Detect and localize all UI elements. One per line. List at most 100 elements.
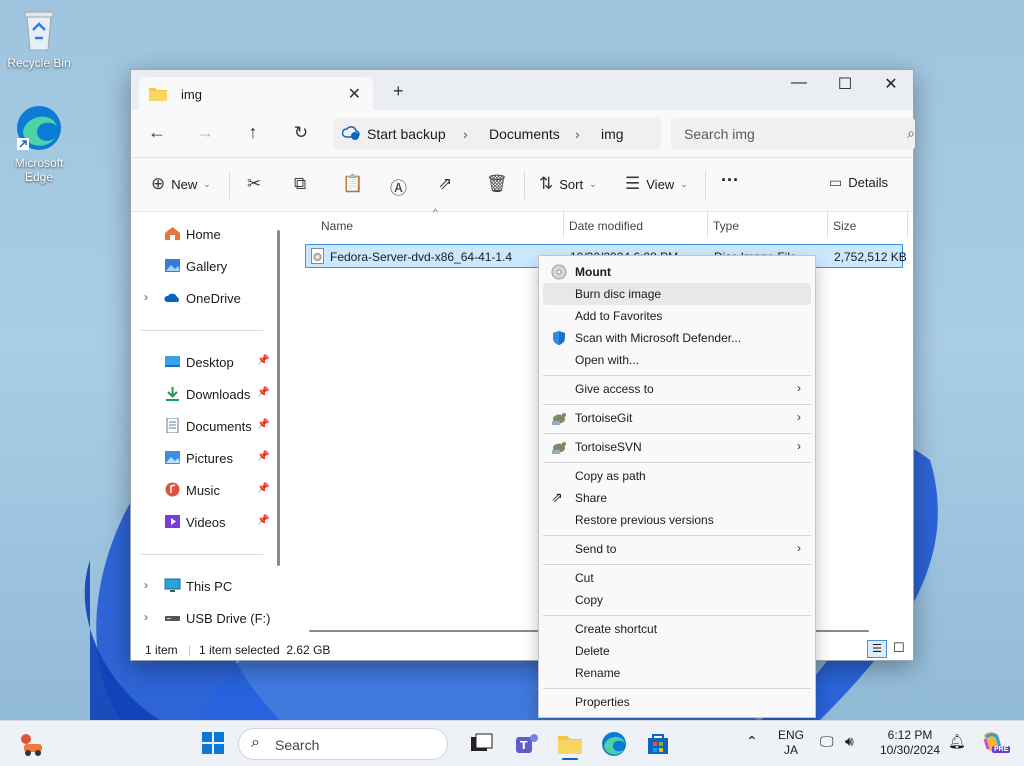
- forward-arrow-icon[interactable]: →: [193, 122, 217, 143]
- address-bar[interactable]: Start backup › Documents › img: [333, 118, 661, 150]
- copy-button[interactable]: ⧉: [294, 174, 306, 194]
- nav-item-gallery[interactable]: Gallery: [131, 252, 279, 280]
- copilot-icon[interactable]: PRE: [980, 729, 1011, 757]
- menu-item-copy[interactable]: Copy: [543, 589, 811, 611]
- cloud-backup-icon: [341, 125, 360, 144]
- minimize-button[interactable]: —: [776, 74, 822, 92]
- taskbar-search-box[interactable]: ⌕ Search: [238, 728, 448, 760]
- menu-item-properties[interactable]: Properties: [543, 691, 811, 713]
- more-options-button[interactable]: ···: [721, 170, 739, 191]
- nav-item-onedrive[interactable]: › OneDrive: [131, 284, 279, 312]
- pin-icon: 📌: [257, 387, 270, 398]
- notification-bell-icon[interactable]: 🔔︎: [948, 733, 966, 750]
- column-header-name[interactable]: Name: [321, 219, 353, 233]
- menu-item-restore-previous-versions[interactable]: Restore previous versions: [543, 509, 811, 531]
- nav-item-downloads[interactable]: Downloads 📌: [131, 380, 279, 408]
- store-icon[interactable]: [644, 730, 672, 758]
- sort-button[interactable]: ⇅ Sort ⌄: [539, 174, 597, 194]
- delete-button[interactable]: 🗑: [486, 174, 508, 194]
- edge-taskbar-icon[interactable]: [600, 730, 628, 758]
- nav-item-home[interactable]: Home: [131, 220, 279, 248]
- breadcrumb-img[interactable]: img: [601, 126, 624, 142]
- breadcrumb-start-backup[interactable]: Start backup: [367, 126, 446, 142]
- menu-item-open-with[interactable]: Open with...: [543, 349, 811, 371]
- edge-desktop-icon[interactable]: Microsoft Edge: [2, 104, 76, 184]
- nav-item-desktop[interactable]: Desktop 📌: [131, 348, 279, 376]
- column-divider[interactable]: [827, 212, 828, 238]
- tortoisesvn-icon: [551, 439, 567, 455]
- menu-item-copy-as-path[interactable]: Copy as path: [543, 465, 811, 487]
- task-view-icon[interactable]: [468, 730, 496, 758]
- menu-label: Cut: [575, 571, 594, 585]
- menu-item-give-access-to[interactable]: Give access to ›: [543, 378, 811, 400]
- column-header-date[interactable]: Date modified: [569, 219, 643, 233]
- nav-item-usb-drive[interactable]: › USB Drive (F:): [131, 604, 279, 632]
- file-explorer-taskbar-icon[interactable]: [556, 730, 584, 760]
- menu-item-send-to[interactable]: Send to ›: [543, 538, 811, 560]
- nav-label: Home: [186, 227, 221, 242]
- tiles-view-icon[interactable]: ☐: [893, 640, 905, 656]
- menu-item-burn-disc-image[interactable]: Burn disc image: [543, 283, 811, 305]
- chevron-right-icon: ›: [797, 410, 801, 424]
- menu-item-delete[interactable]: Delete: [543, 640, 811, 662]
- rename-button[interactable]: Ⓐ: [390, 174, 407, 199]
- paste-button[interactable]: 📋: [342, 174, 363, 194]
- windows-start-icon[interactable]: [200, 730, 228, 758]
- search-box[interactable]: Search img ⌕: [671, 118, 915, 150]
- new-tab-button[interactable]: +: [393, 81, 404, 102]
- refresh-icon[interactable]: ↻: [289, 123, 313, 143]
- nav-item-videos[interactable]: Videos 📌: [131, 508, 279, 536]
- column-header-size[interactable]: Size: [833, 219, 856, 233]
- menu-item-share[interactable]: ⇗ Share: [543, 487, 811, 509]
- volume-icon[interactable]: 🔊︎: [845, 733, 854, 750]
- nav-item-pictures[interactable]: Pictures 📌: [131, 444, 279, 472]
- share-button[interactable]: ⇗: [438, 174, 452, 194]
- nav-item-music[interactable]: Music 📌: [131, 476, 279, 504]
- chevron-right-icon[interactable]: ›: [144, 290, 148, 304]
- menu-item-tortoisegit[interactable]: TortoiseGit ›: [543, 407, 811, 429]
- disc-icon: [551, 264, 567, 280]
- view-button[interactable]: ☰ View ⌄: [625, 174, 688, 194]
- chevron-right-icon[interactable]: ›: [144, 578, 148, 592]
- teams-icon[interactable]: T: [512, 730, 540, 758]
- column-divider[interactable]: [563, 212, 564, 238]
- show-hidden-icons-chevron-icon[interactable]: ⌃: [746, 733, 758, 750]
- back-arrow-icon[interactable]: ←: [145, 122, 169, 143]
- close-window-button[interactable]: ✕: [868, 74, 914, 94]
- input-language-indicator[interactable]: ENG JA: [776, 728, 806, 758]
- details-view-icon[interactable]: ☰: [867, 640, 887, 658]
- menu-item-rename[interactable]: Rename: [543, 662, 811, 684]
- menu-item-tortoisesvn[interactable]: TortoiseSVN ›: [543, 436, 811, 458]
- pin-icon: 📌: [257, 419, 270, 430]
- menu-divider: [543, 433, 811, 434]
- menu-item-scan-defender[interactable]: Scan with Microsoft Defender...: [543, 327, 811, 349]
- new-button[interactable]: ⊕ New ⌄: [151, 174, 211, 194]
- up-arrow-icon[interactable]: ↑: [241, 122, 265, 143]
- defender-shield-icon: [551, 330, 567, 346]
- breadcrumb-documents[interactable]: Documents: [489, 126, 560, 142]
- breadcrumb-chevron-icon: ›: [575, 126, 580, 142]
- close-tab-icon[interactable]: ✕: [348, 84, 361, 104]
- usb-drive-icon: [164, 610, 181, 625]
- column-divider[interactable]: [907, 212, 908, 238]
- tab-img[interactable]: img ✕: [139, 77, 373, 110]
- nav-item-documents[interactable]: Documents 📌: [131, 412, 279, 440]
- recycle-bin-desktop-icon[interactable]: Recycle Bin: [2, 8, 76, 70]
- breadcrumb-chevron-icon: ›: [463, 126, 468, 142]
- nav-pane-scrollbar[interactable]: [277, 230, 280, 566]
- cut-button[interactable]: ✂: [247, 174, 261, 194]
- onedrive-cloud-icon: [164, 290, 181, 305]
- chevron-right-icon[interactable]: ›: [144, 610, 148, 624]
- column-header-type[interactable]: Type: [713, 219, 739, 233]
- details-button[interactable]: ▭ Details: [829, 174, 888, 191]
- maximize-button[interactable]: ☐: [822, 74, 868, 94]
- weather-widget-icon[interactable]: [18, 730, 46, 758]
- menu-item-cut[interactable]: Cut: [543, 567, 811, 589]
- menu-item-mount[interactable]: Mount: [543, 261, 811, 283]
- nav-item-this-pc[interactable]: › This PC: [131, 572, 279, 600]
- column-divider[interactable]: [707, 212, 708, 238]
- menu-item-create-shortcut[interactable]: Create shortcut: [543, 618, 811, 640]
- menu-item-add-to-favorites[interactable]: Add to Favorites: [543, 305, 811, 327]
- network-icon[interactable]: 🖵: [820, 733, 834, 750]
- clock[interactable]: 6:12 PM 10/30/2024: [876, 728, 944, 758]
